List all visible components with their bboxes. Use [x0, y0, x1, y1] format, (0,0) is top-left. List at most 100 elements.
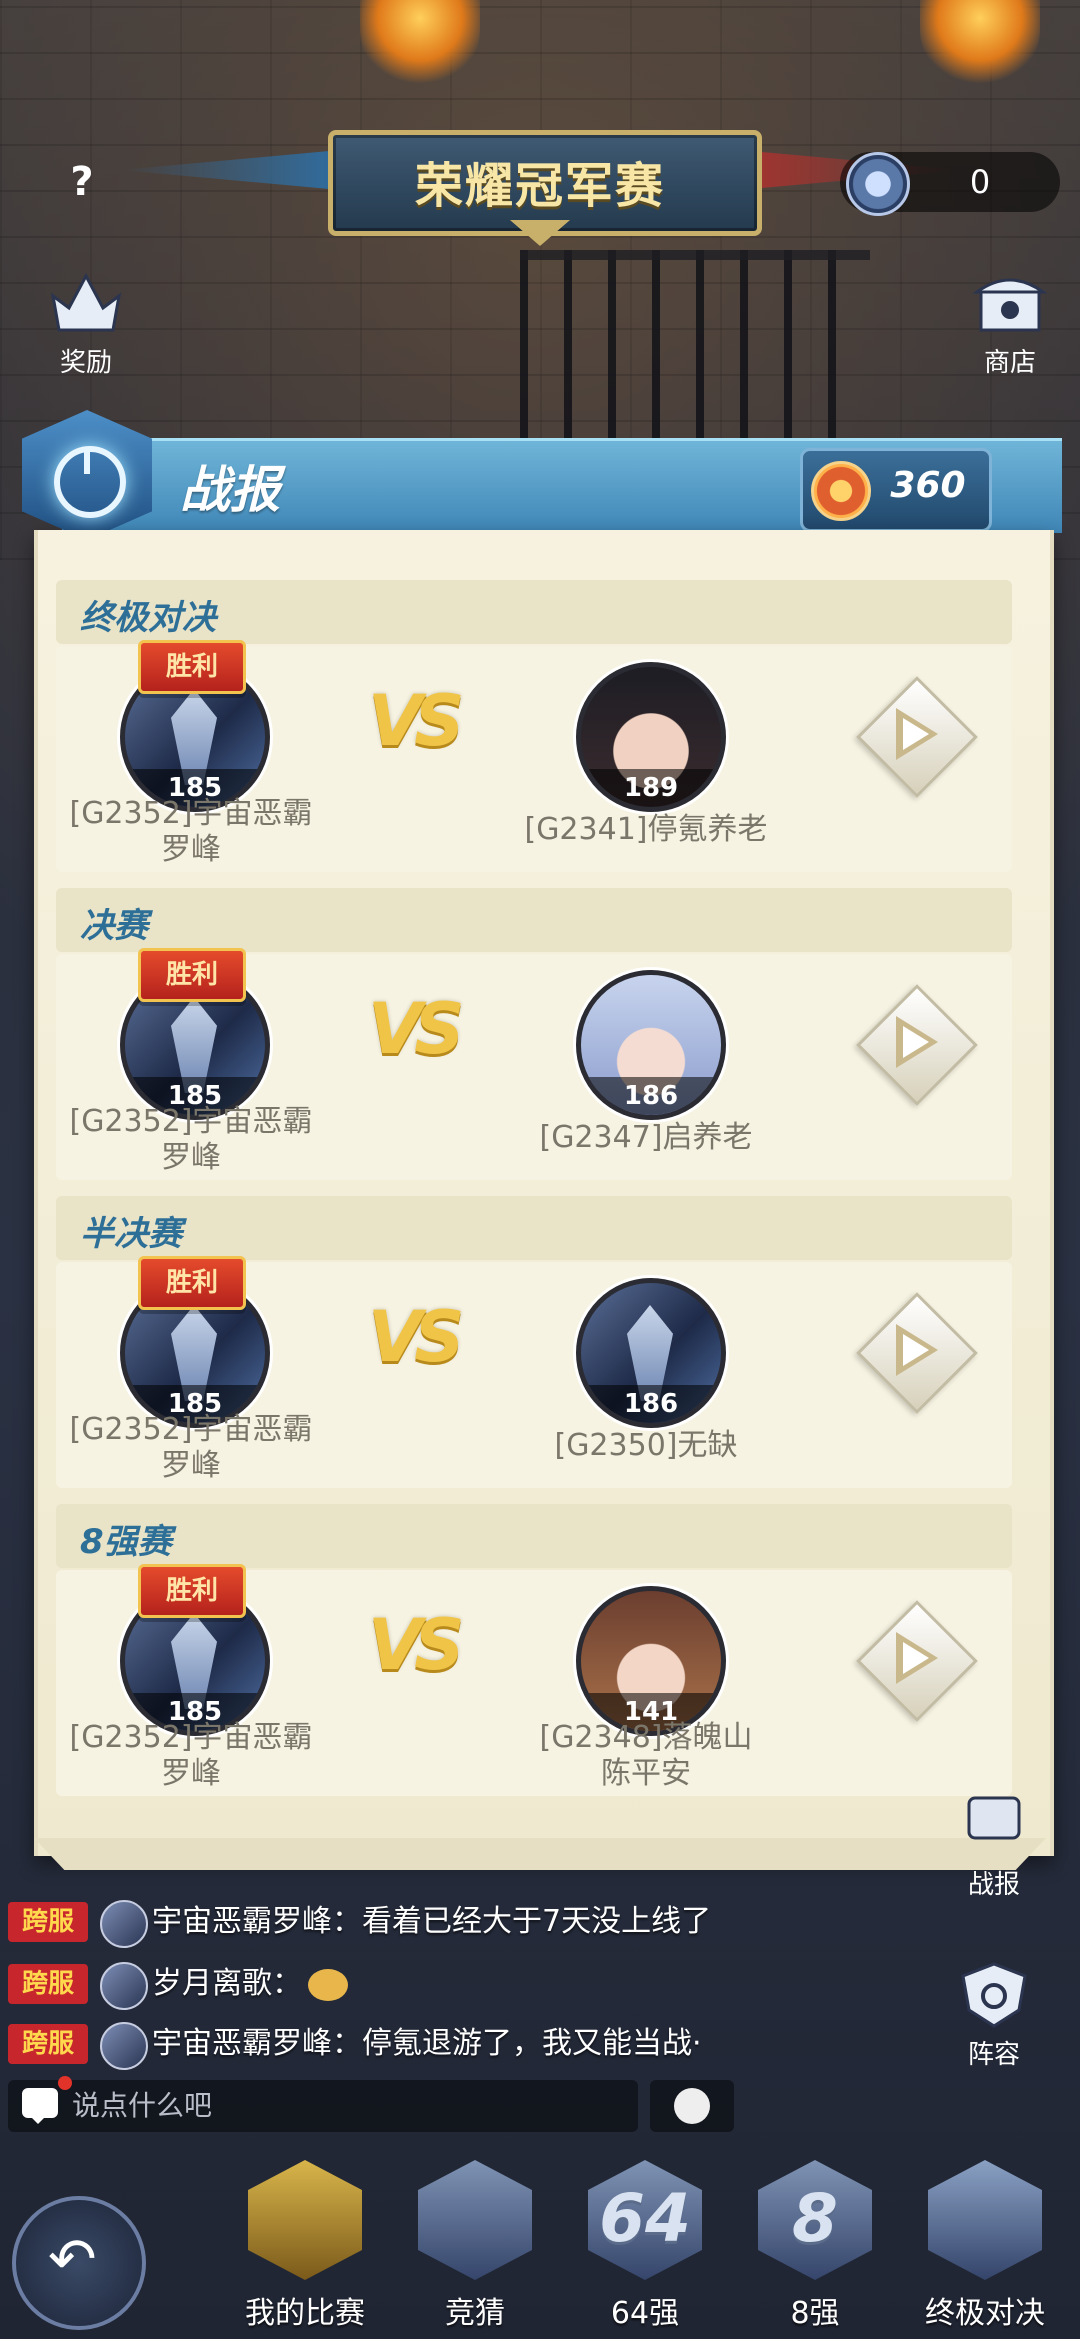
nav-top64-big: 64: [599, 2180, 691, 2257]
battle-report-button[interactable]: 战报: [944, 1790, 1044, 1901]
right-player-avatar[interactable]: 186: [576, 970, 726, 1120]
dice-icon: [418, 2160, 532, 2280]
vs-label: VS: [368, 1296, 465, 1378]
battle-report-label: 战报: [967, 1870, 1020, 1900]
right-player-name: [G2347]启养老: [539, 1120, 753, 1155]
chat-avatar: [100, 1962, 148, 2010]
match-section: 终极对决 185 胜利 [G2352]宇宙恶霸罗峰 VS 189 [G2341]…: [56, 580, 1012, 872]
win-badge: 胜利: [138, 1564, 246, 1618]
match-row: 185 胜利 [G2352]宇宙恶霸罗峰 VS 186 [G2347]启养老: [56, 948, 1012, 1180]
chat-input[interactable]: 说点什么吧: [8, 2076, 638, 2132]
chat-message: 跨服 宇宙恶霸罗峰：看着已经大于7天没上线了: [8, 1898, 908, 1948]
chat-message: 跨服 岁月离歌：: [8, 1960, 908, 2010]
shop-icon: [972, 278, 1048, 332]
emoji-button[interactable]: [650, 2080, 734, 2132]
right-player-level: 186: [581, 1077, 721, 1115]
right-player-name: [G2341]停氪养老: [524, 812, 768, 847]
right-player-name: [G2348]落魄山陈平安: [539, 1720, 753, 1791]
replay-button[interactable]: [856, 1292, 978, 1414]
nav-my-matches[interactable]: 我的比赛: [230, 2160, 380, 2331]
shield-icon: [961, 1962, 1027, 2028]
section-header: 半决赛: [56, 1196, 1012, 1260]
match-row: 185 胜利 [G2352]宇宙恶霸罗峰 VS 189 [G2341]停氪养老: [56, 640, 1012, 872]
section-header: 8强赛: [56, 1504, 1012, 1568]
chat-text: 岁月离歌：: [152, 1964, 348, 2004]
dog-emoji-icon: [308, 1968, 348, 2001]
nav-guess-label: 竞猜: [445, 2296, 505, 2331]
left-player-name: [G2352]宇宙恶霸罗峰: [69, 1412, 313, 1483]
right-player-avatar[interactable]: 141: [576, 1586, 726, 1736]
replay-button[interactable]: [856, 1600, 978, 1722]
right-player-avatar[interactable]: 189: [576, 662, 726, 812]
cross-server-tag: 跨服: [8, 1964, 88, 2004]
back-arrow-icon: ↶: [48, 2225, 97, 2293]
win-badge: 胜利: [138, 640, 246, 694]
cross-server-tag: 跨服: [8, 1902, 88, 1942]
match-row: 185 胜利 [G2352]宇宙恶霸罗峰 VS 186 [G2350]无缺: [56, 1256, 1012, 1488]
rewards-label: 奖励: [59, 348, 112, 378]
left-player-name: [G2352]宇宙恶霸罗峰: [69, 1720, 313, 1791]
stage-title: 决赛: [80, 906, 148, 946]
match-section: 决赛 185 胜利 [G2352]宇宙恶霸罗峰 VS 186 [G2347]启养…: [56, 888, 1012, 1180]
back-button[interactable]: ↶: [12, 2196, 146, 2330]
right-player-avatar[interactable]: 186: [576, 1278, 726, 1428]
stage-title: 终极对决: [80, 598, 216, 638]
chat-placeholder: 说点什么吧: [72, 2089, 213, 2122]
crown-emblem-icon: [928, 2160, 1042, 2280]
left-player-name: [G2352]宇宙恶霸罗峰: [69, 1104, 313, 1175]
lineup-button[interactable]: 阵容: [944, 1960, 1044, 2071]
section-header: 终极对决: [56, 580, 1012, 644]
panel-bottom-edge: [34, 1838, 1046, 1870]
medal-icon: [811, 461, 871, 521]
nav-final[interactable]: 终极对决: [910, 2160, 1060, 2331]
vs-label: VS: [368, 988, 465, 1070]
trophy-icon: [248, 2160, 362, 2280]
win-badge: 胜利: [138, 948, 246, 1002]
stage-title: 半决赛: [80, 1214, 182, 1254]
cross-server-tag: 跨服: [8, 2024, 88, 2064]
nav-top8[interactable]: 8 8强: [740, 2160, 890, 2331]
right-player-level: 189: [581, 769, 721, 807]
notification-dot: [58, 2076, 72, 2090]
vs-label: VS: [368, 1604, 465, 1686]
shop-label: 商店: [983, 348, 1036, 378]
page-title: 荣耀冠军赛: [414, 158, 665, 214]
match-section: 8强赛 185 胜利 [G2352]宇宙恶霸罗峰 VS 141 [G2348]落…: [56, 1504, 1012, 1796]
crown-icon: [50, 272, 122, 332]
nav-guess[interactable]: 竞猜: [400, 2160, 550, 2331]
right-player-name: [G2350]无缺: [554, 1428, 738, 1463]
section-header: 决赛: [56, 888, 1012, 952]
stage-title: 8强赛: [80, 1522, 172, 1562]
chat-text: 宇宙恶霸罗峰：看着已经大于7天没上线了: [152, 1904, 712, 1939]
title-tip: [510, 220, 570, 246]
left-player-name: [G2352]宇宙恶霸罗峰: [69, 796, 313, 867]
lineup-label: 阵容: [967, 2040, 1020, 2070]
help-icon[interactable]: ?: [60, 160, 104, 204]
report-icon: [967, 1796, 1021, 1840]
currency-value: 0: [969, 163, 991, 201]
replay-button[interactable]: [856, 676, 978, 798]
chat-avatar: [100, 2022, 148, 2070]
nav-my-matches-label: 我的比赛: [245, 2296, 365, 2331]
nav-top8-big: 8: [792, 2180, 838, 2257]
shop-button[interactable]: 商店: [960, 268, 1060, 379]
title-banner: 荣耀冠军赛: [328, 130, 762, 246]
score-value: 360: [890, 465, 966, 506]
chat-text: 宇宙恶霸罗峰：停氪退游了，我又能当战·: [152, 2026, 702, 2061]
chip-icon: [846, 152, 910, 216]
rewards-button[interactable]: 奖励: [36, 268, 136, 379]
score-box: 360: [800, 448, 992, 532]
panel-title: 战报: [180, 461, 280, 519]
chat-avatar: [100, 1900, 148, 1948]
nav-top64[interactable]: 64 64强: [570, 2160, 720, 2331]
replay-button[interactable]: [856, 984, 978, 1106]
chat-text-content: 岁月离歌：: [152, 1966, 302, 2001]
chat-message: 跨服 宇宙恶霸罗峰：停氪退游了，我又能当战·: [8, 2020, 908, 2070]
chat-bubble-icon: [22, 2088, 58, 2124]
smile-icon: [674, 2088, 710, 2124]
win-badge: 胜利: [138, 1256, 246, 1310]
nav-top8-label: 8强: [790, 2296, 840, 2331]
match-row: 185 胜利 [G2352]宇宙恶霸罗峰 VS 141 [G2348]落魄山陈平…: [56, 1564, 1012, 1796]
vs-label: VS: [368, 680, 465, 762]
match-section: 半决赛 185 胜利 [G2352]宇宙恶霸罗峰 VS 186 [G2350]无…: [56, 1196, 1012, 1488]
